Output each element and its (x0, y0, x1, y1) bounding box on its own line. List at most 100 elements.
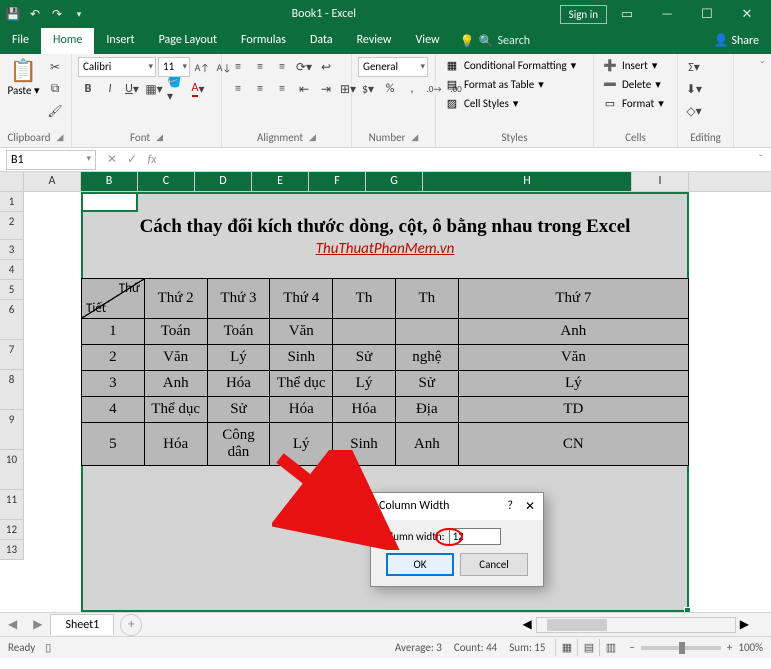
expand-formula-icon[interactable]: ˇ (750, 153, 771, 167)
conditional-formatting-button[interactable]: ▦Conditional Formatting ▾ (442, 57, 578, 74)
increase-font-icon[interactable]: A↑ (192, 57, 212, 77)
font-color-icon[interactable]: A▾ (188, 79, 208, 99)
hscroll-left-icon[interactable]: ◀ (519, 617, 536, 633)
minimize-icon[interactable]: — (647, 7, 687, 22)
wrap-text-icon[interactable]: ↩ (316, 57, 336, 77)
enter-formula-icon[interactable]: ✓ (122, 152, 142, 167)
accounting-icon[interactable]: $▾ (358, 79, 378, 99)
paste-button[interactable]: 📋Paste ▾ (6, 57, 41, 97)
save-icon[interactable]: 💾 (4, 7, 22, 22)
font-launcher-icon[interactable]: ◢ (156, 132, 163, 143)
zoom-slider[interactable] (641, 646, 721, 650)
tab-review[interactable]: Review (345, 28, 404, 54)
row-header-6[interactable]: 6 (0, 300, 24, 340)
fill-color-icon[interactable]: 🪣▾ (166, 79, 186, 99)
row-header-11[interactable]: 11 (0, 490, 24, 520)
col-header-A[interactable]: A (24, 172, 81, 191)
delete-button[interactable]: ➖Delete ▾ (600, 76, 663, 93)
sheet-tab[interactable]: Sheet1 (50, 614, 114, 635)
col-header-I[interactable]: I (632, 172, 689, 191)
name-box[interactable]: B1 (6, 150, 96, 170)
tab-view[interactable]: View (404, 28, 452, 54)
decrease-indent-icon[interactable]: ⇤ (294, 79, 314, 99)
number-launcher-icon[interactable]: ◢ (411, 132, 418, 143)
col-header-B[interactable]: B (81, 172, 138, 191)
col-header-E[interactable]: E (252, 172, 309, 191)
row-header-3[interactable]: 3 (0, 240, 24, 260)
comma-icon[interactable]: , (402, 79, 422, 99)
tell-me[interactable]: 💡🔍 Search (460, 28, 531, 54)
col-header-H[interactable]: H (423, 172, 632, 191)
sheet-nav-prev-icon[interactable]: ◀ (0, 617, 25, 632)
tab-insert[interactable]: Insert (94, 28, 146, 54)
col-header-G[interactable]: G (366, 172, 423, 191)
signin-button[interactable]: Sign in (560, 5, 607, 24)
row-header-4[interactable]: 4 (0, 260, 24, 280)
horizontal-scrollbar[interactable] (536, 617, 736, 633)
share-button[interactable]: 👤 Share (702, 28, 771, 54)
fill-icon[interactable]: ⬇▾ (684, 79, 704, 99)
maximize-icon[interactable]: ☐ (687, 7, 727, 22)
close-icon[interactable]: ✕ (727, 7, 767, 22)
col-header-C[interactable]: C (138, 172, 195, 191)
tab-data[interactable]: Data (298, 28, 345, 54)
italic-icon[interactable]: I (100, 79, 120, 99)
clear-icon[interactable]: ◇▾ (684, 101, 704, 121)
bold-icon[interactable]: B (78, 79, 98, 99)
font-name-combo[interactable]: Calibri (78, 57, 156, 77)
undo-icon[interactable]: ↶ (26, 7, 44, 22)
alignment-launcher-icon[interactable]: ◢ (309, 132, 316, 143)
col-header-F[interactable]: F (309, 172, 366, 191)
clipboard-launcher-icon[interactable]: ◢ (57, 132, 64, 143)
align-right-icon[interactable]: ≡ (272, 79, 292, 99)
increase-indent-icon[interactable]: ⇥ (316, 79, 336, 99)
zoom-out-icon[interactable]: − (629, 641, 634, 654)
format-painter-icon[interactable]: 🖌 (45, 101, 65, 121)
tab-file[interactable]: File (0, 28, 41, 54)
align-left-icon[interactable]: ≡ (228, 79, 248, 99)
orientation-icon[interactable]: ⟳▾ (294, 57, 314, 77)
zoom-in-icon[interactable]: + (727, 641, 732, 654)
redo-icon[interactable]: ↷ (48, 7, 66, 22)
row-header-12[interactable]: 12 (0, 520, 24, 540)
align-top-icon[interactable]: ≡ (228, 57, 248, 77)
zoom-level[interactable]: 100% (738, 641, 763, 654)
macro-record-icon[interactable]: ▯ (45, 641, 51, 654)
dialog-close-icon[interactable]: ✕ (525, 499, 535, 514)
row-header-10[interactable]: 10 (0, 450, 24, 490)
copy-icon[interactable]: ⧉ (45, 79, 65, 99)
percent-icon[interactable]: % (380, 79, 400, 99)
format-as-table-button[interactable]: ▤Format as Table ▾ (442, 76, 546, 93)
border-icon[interactable]: ▦▾ (144, 79, 164, 99)
tab-formulas[interactable]: Formulas (229, 28, 298, 54)
row-header-1[interactable]: 1 (0, 192, 24, 212)
align-middle-icon[interactable]: ≡ (250, 57, 270, 77)
row-header-8[interactable]: 8 (0, 370, 24, 410)
autosum-icon[interactable]: Σ▾ (684, 57, 704, 77)
row-header-9[interactable]: 9 (0, 410, 24, 450)
qat-customize-icon[interactable]: ▾ (70, 9, 88, 20)
tab-home[interactable]: Home (41, 28, 94, 54)
row-header-2[interactable]: 2 (0, 212, 24, 240)
format-button[interactable]: ▭Format ▾ (600, 95, 666, 112)
row-header-7[interactable]: 7 (0, 340, 24, 370)
row-header-13[interactable]: 13 (0, 540, 24, 560)
ok-button[interactable]: OK (386, 553, 454, 576)
cell-styles-button[interactable]: ▨Cell Styles ▾ (442, 95, 520, 112)
cut-icon[interactable]: ✂ (45, 57, 65, 77)
tab-page-layout[interactable]: Page Layout (147, 28, 229, 54)
new-sheet-button[interactable]: + (120, 614, 142, 636)
row-header-5[interactable]: 5 (0, 280, 24, 300)
collapse-ribbon-icon[interactable]: ˇ (753, 54, 771, 147)
fx-icon[interactable]: fx (142, 153, 162, 167)
sheet-nav-next-icon[interactable]: ▶ (25, 617, 50, 632)
underline-icon[interactable]: U ▾ (122, 79, 142, 99)
cancel-button[interactable]: Cancel (460, 553, 528, 576)
cancel-formula-icon[interactable]: ✕ (102, 152, 122, 167)
formula-input[interactable] (162, 158, 750, 162)
font-size-combo[interactable]: 11 (158, 57, 190, 77)
view-switcher[interactable]: ▦▤▥ (555, 639, 621, 656)
hscroll-right-icon[interactable]: ▶ (736, 617, 753, 633)
dialog-help-icon[interactable]: ? (507, 499, 513, 514)
col-header-D[interactable]: D (195, 172, 252, 191)
